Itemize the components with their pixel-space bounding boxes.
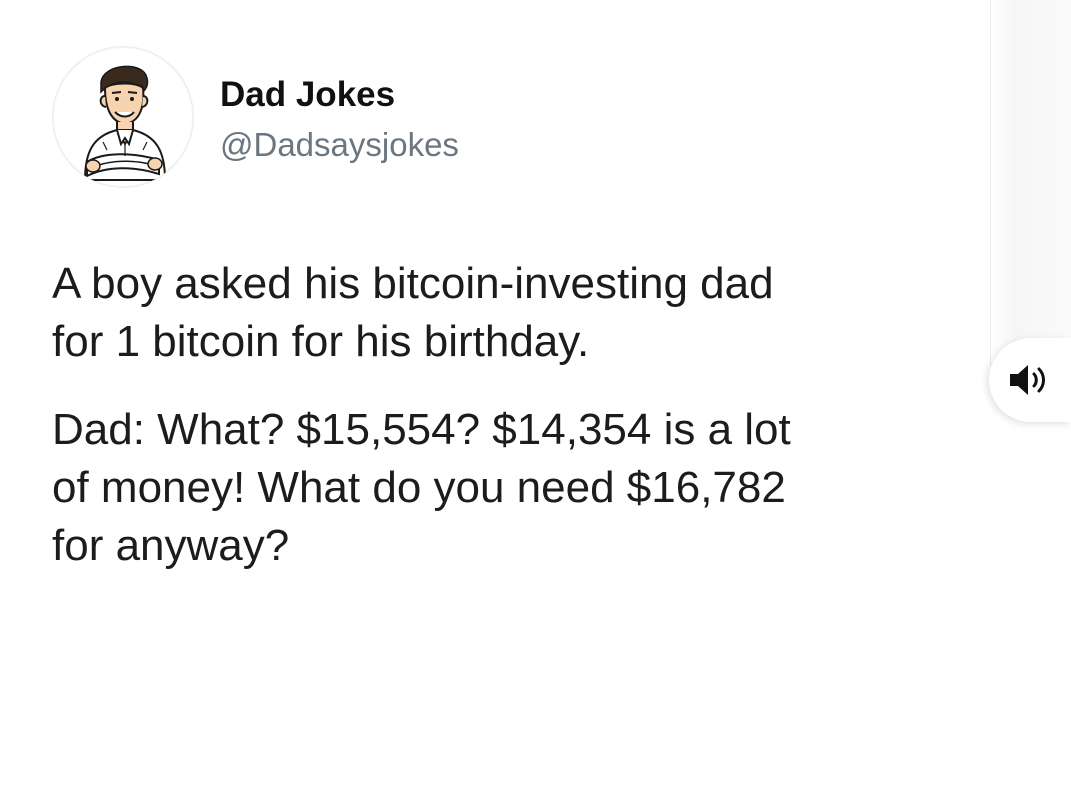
tweet-line: for 1 bitcoin for his birthday. bbox=[52, 317, 590, 366]
tweet-line: of money! What do you need $16,782 bbox=[52, 463, 786, 512]
tweet-screenshot: Dad Jokes @Dadsaysjokes A boy asked his … bbox=[0, 0, 1071, 800]
display-name[interactable]: Dad Jokes bbox=[220, 75, 459, 115]
cartoon-man-avatar-icon bbox=[83, 65, 167, 181]
speaker-volume-icon bbox=[1010, 365, 1045, 395]
tweet-header: Dad Jokes @Dadsaysjokes bbox=[52, 46, 459, 188]
tweet-paragraph: A boy asked his bitcoin-investing dad fo… bbox=[52, 255, 1012, 371]
tweet-paragraph: Dad: What? $15,554? $14,354 is a lot of … bbox=[52, 401, 1012, 575]
tweet-line: A boy asked his bitcoin-investing dad bbox=[52, 259, 774, 308]
tweet-text: A boy asked his bitcoin-investing dad fo… bbox=[52, 255, 1012, 575]
avatar[interactable] bbox=[52, 46, 194, 188]
account-handle[interactable]: @Dadsaysjokes bbox=[220, 125, 459, 165]
tweet-line: for anyway? bbox=[52, 521, 290, 570]
sound-toggle-button[interactable] bbox=[989, 338, 1071, 422]
tweet-line: Dad: What? $15,554? $14,354 is a lot bbox=[52, 405, 791, 454]
account-identity: Dad Jokes @Dadsaysjokes bbox=[220, 69, 459, 165]
